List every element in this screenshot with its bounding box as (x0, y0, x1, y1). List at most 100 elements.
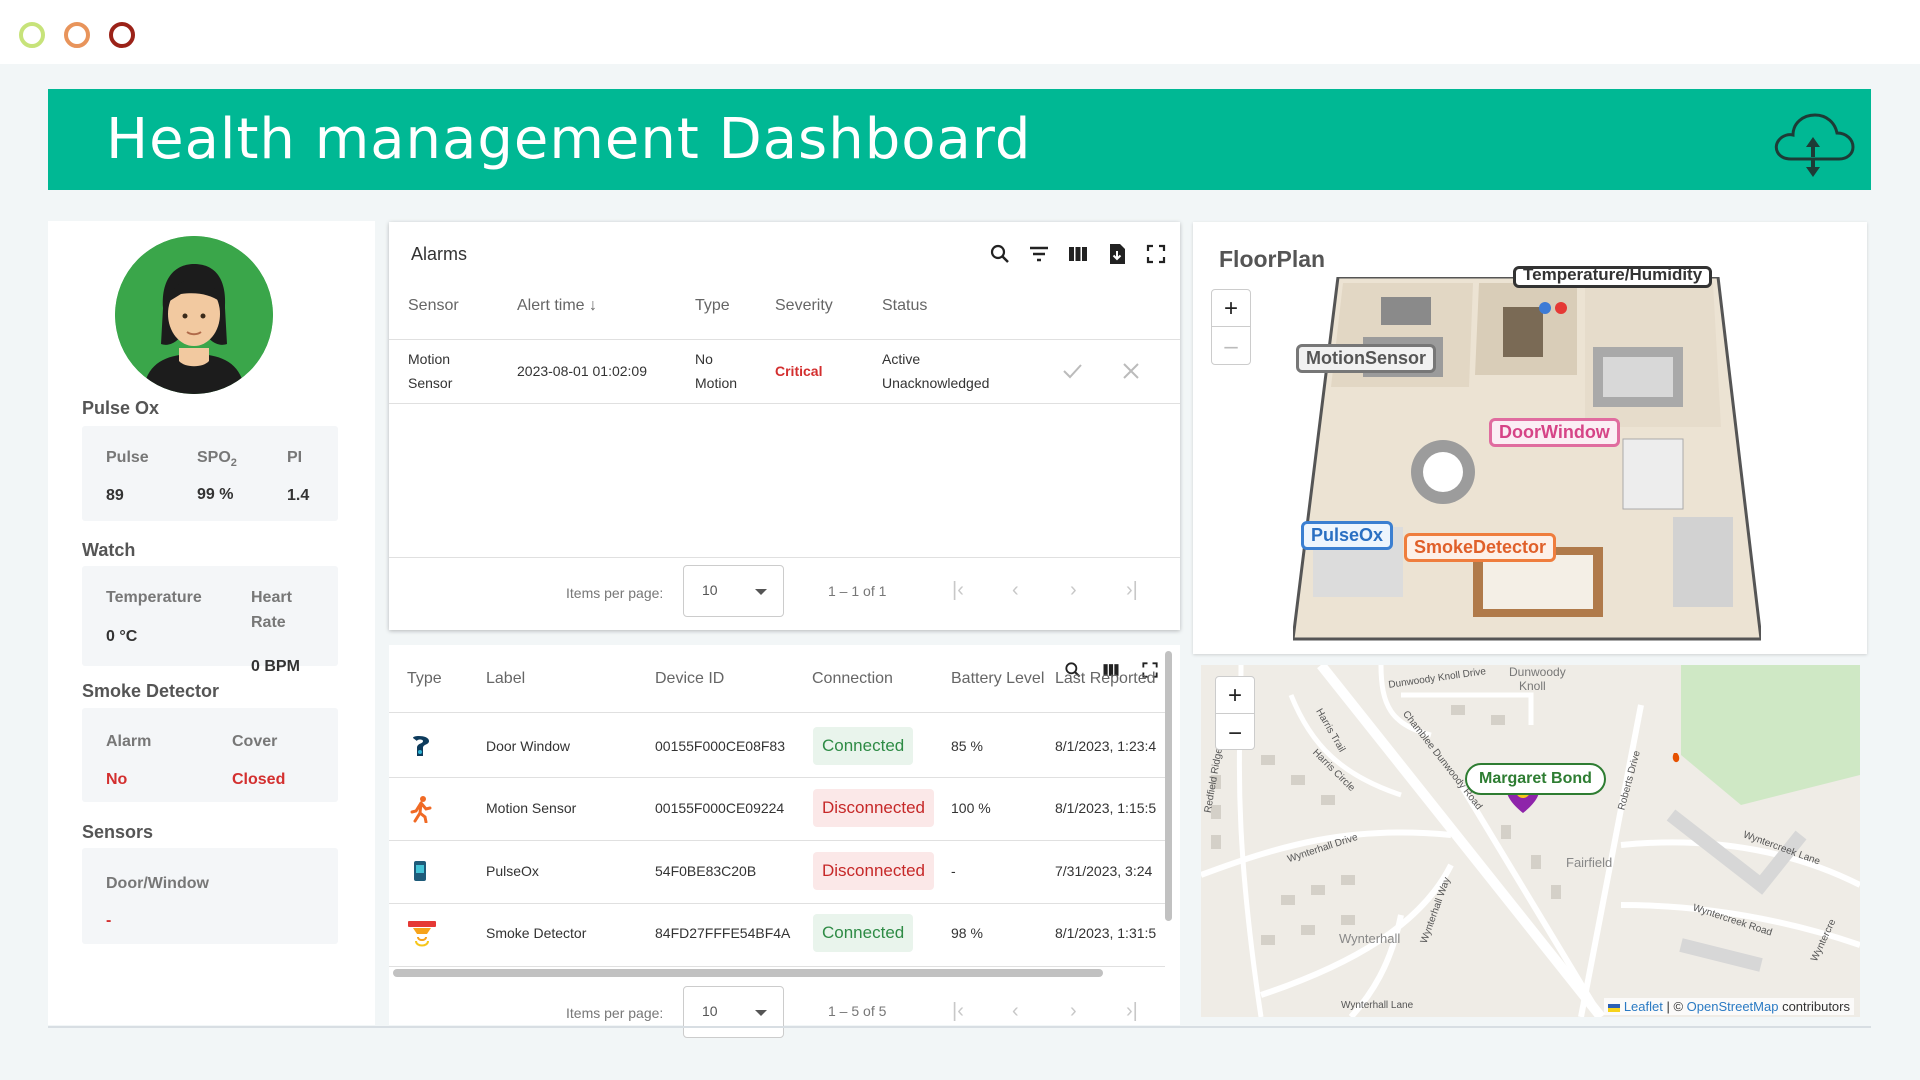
device-label: Door Window (486, 738, 571, 754)
smoke-detector-icon (408, 921, 436, 947)
items-per-page-select[interactable]: 10 (683, 986, 784, 1038)
pulse-ox-card: Pulse SPO2 PI 89 99 % 1.4 (82, 426, 338, 521)
pulse-value: 89 (106, 487, 124, 504)
items-per-page-label: Items per page: (566, 585, 664, 601)
spo2-label: SPO2 (197, 449, 237, 470)
door-window-icon (413, 736, 429, 756)
column-type[interactable]: Type (695, 297, 730, 315)
alarm-status: Active Unacknowledged (882, 351, 990, 391)
battery-level: 85 % (951, 738, 983, 754)
alarm-time: 2023-08-01 01:02:09 (517, 363, 647, 379)
openstreetmap-link[interactable]: OpenStreetMap (1687, 999, 1779, 1014)
next-page-icon[interactable]: › (1070, 1000, 1077, 1023)
alarm-type: No Motion (695, 351, 738, 391)
alarm-value: No (106, 771, 128, 788)
map-zoom-control: + − (1215, 676, 1255, 750)
alarm-severity: Critical (775, 363, 823, 379)
last-page-icon[interactable]: ›| (1126, 1000, 1138, 1023)
motion-sensor-label[interactable]: MotionSensor (1296, 344, 1436, 373)
fullscreen-icon[interactable] (1144, 242, 1168, 266)
heart-rate-label-2: Rate (251, 614, 286, 631)
filter-icon[interactable] (1027, 242, 1051, 266)
zoom-out-button[interactable]: – (1212, 328, 1250, 365)
device-label: Smoke Detector (486, 925, 587, 941)
column-device-id[interactable]: Device ID (655, 670, 724, 688)
floorplan-image[interactable] (1293, 277, 1761, 647)
window-close-button[interactable] (109, 22, 135, 48)
smoke-detector-title: Smoke Detector (82, 681, 220, 701)
search-icon[interactable] (988, 242, 1012, 266)
last-reported: 8/1/2023, 1:31:5 (1055, 925, 1157, 941)
prev-page-icon[interactable]: ‹ (1012, 1000, 1019, 1023)
device-id: 84FD27FFFE54BF4A (655, 925, 791, 941)
avatar (115, 236, 273, 394)
prev-page-icon[interactable]: ‹ (1012, 579, 1019, 602)
alarm-sensor: Motion Sensor (408, 351, 453, 391)
clear-close-icon[interactable] (1120, 360, 1142, 382)
column-last-reported[interactable]: Last Reported (1055, 670, 1165, 688)
items-per-page-select[interactable]: 10 (683, 565, 784, 617)
columns-icon[interactable] (1066, 242, 1090, 266)
pulse-ox-icon (414, 861, 426, 881)
map-location-marker-icon[interactable] (1506, 775, 1540, 815)
door-window-value: - (106, 912, 112, 929)
last-reported: 8/1/2023, 1:23:4 (1055, 738, 1157, 754)
smoke-detector-label[interactable]: SmokeDetector (1404, 533, 1557, 562)
page-range: 1 – 1 of 1 (828, 583, 887, 599)
leaflet-link[interactable]: Leaflet (1624, 999, 1663, 1014)
chevron-down-icon (755, 1010, 767, 1016)
divider (389, 403, 1180, 404)
devices-panel: Type Label Device ID Connection Battery … (389, 645, 1180, 1038)
divider (389, 777, 1165, 778)
page-range: 1 – 5 of 5 (828, 1003, 887, 1019)
pulse-label: Pulse (106, 449, 149, 466)
battery-level: 98 % (951, 925, 983, 941)
column-severity[interactable]: Severity (775, 297, 833, 315)
acknowledge-check-icon[interactable] (1061, 360, 1083, 382)
divider (389, 966, 1165, 967)
column-type[interactable]: Type (407, 670, 442, 688)
column-alert-time[interactable]: Alert time ↓ (517, 297, 597, 315)
location-map[interactable]: Dunwoody Knoll Drive Dunwoody Knoll Harr… (1201, 665, 1860, 1017)
next-page-icon[interactable]: › (1070, 579, 1077, 602)
watch-title: Watch (82, 540, 136, 560)
last-reported: 7/31/2023, 3:24 (1055, 863, 1153, 879)
column-label[interactable]: Label (486, 670, 525, 688)
device-label: PulseOx (486, 863, 539, 879)
status-badge: Disconnected (813, 852, 935, 890)
temperature-humidity-label[interactable]: Temperature/Humidity (1513, 266, 1713, 288)
last-page-icon[interactable]: ›| (1126, 579, 1138, 602)
first-page-icon[interactable]: |‹ (952, 1000, 964, 1023)
cover-value: Closed (232, 771, 286, 788)
divider (389, 903, 1165, 904)
device-id: 54F0BE83C20B (655, 863, 757, 879)
zoom-in-button[interactable]: + (1212, 290, 1250, 327)
export-file-icon[interactable] (1105, 242, 1129, 266)
battery-level: - (951, 863, 956, 879)
footer-divider (48, 1026, 1871, 1028)
place-label: Knoll (1519, 679, 1546, 693)
chevron-down-icon (755, 589, 767, 595)
vertical-scrollbar[interactable] (1165, 651, 1172, 921)
horizontal-scrollbar[interactable] (393, 969, 1103, 977)
battery-level: 100 % (951, 800, 991, 816)
window-minimize-button[interactable] (19, 22, 45, 48)
temperature-value: 0 °C (106, 628, 138, 645)
dashboard-header: Health management Dashboard (48, 89, 1871, 190)
pi-label: PI (287, 449, 303, 466)
sort-down-icon: ↓ (589, 297, 598, 314)
zoom-out-button[interactable]: − (1216, 715, 1254, 752)
first-page-icon[interactable]: |‹ (952, 579, 964, 602)
window-maximize-button[interactable] (64, 22, 90, 48)
column-sensor[interactable]: Sensor (408, 297, 459, 315)
column-status[interactable]: Status (882, 297, 927, 315)
column-connection[interactable]: Connection (812, 670, 893, 688)
cloud-sync-icon[interactable] (1769, 107, 1857, 179)
pulse-ox-label[interactable]: PulseOx (1301, 521, 1394, 550)
column-battery-level[interactable]: Battery Level (951, 670, 1044, 688)
status-badge: Connected (813, 914, 914, 952)
zoom-in-button[interactable]: + (1216, 677, 1254, 714)
device-id: 00155F000CE08F83 (655, 738, 785, 754)
door-window-label[interactable]: DoorWindow (1489, 418, 1620, 447)
sensors-title: Sensors (82, 822, 154, 842)
